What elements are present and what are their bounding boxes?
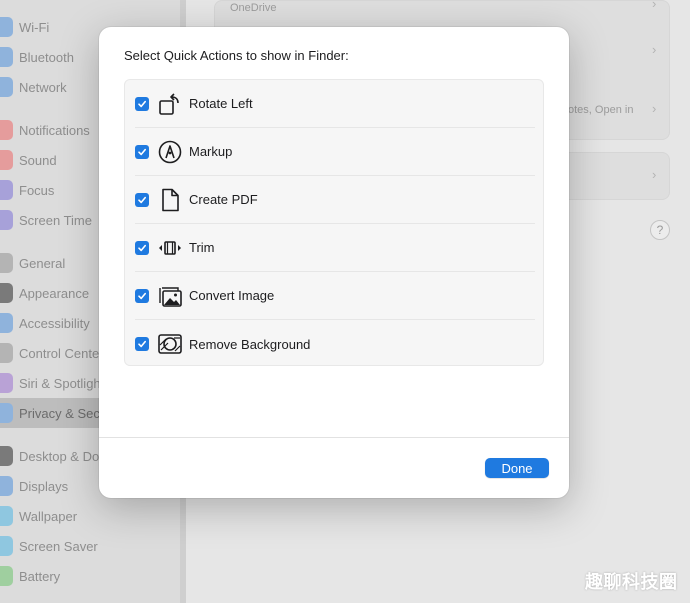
help-button[interactable]: ? — [650, 220, 670, 240]
screen-saver-icon — [0, 536, 13, 556]
general-icon — [0, 253, 13, 273]
convert-image-label: Convert Image — [189, 288, 275, 303]
sidebar-item-label: Network — [19, 79, 67, 95]
siri-icon — [0, 373, 13, 393]
wifi-icon — [0, 17, 13, 37]
chevron-right-icon[interactable]: › — [652, 42, 656, 57]
chevron-right-icon[interactable]: › — [652, 0, 656, 11]
chevron-right-icon[interactable]: › — [652, 167, 656, 182]
watermark: 趣聊科技圈 — [585, 572, 678, 593]
desktop-dock-icon — [0, 446, 13, 466]
sidebar-item-label: Accessibility — [19, 315, 90, 331]
chevron-right-icon[interactable]: › — [652, 101, 656, 116]
sidebar-item-label: General — [19, 255, 66, 271]
markup-label: Markup — [189, 144, 233, 159]
sidebar-item-label: Notifications — [19, 122, 90, 138]
sidebar-item-wallpaper[interactable]: Wallpaper — [0, 501, 180, 531]
sidebar-item-label: Wi-Fi — [19, 19, 50, 35]
bluetooth-icon — [0, 47, 13, 67]
quick-action-row-markup[interactable]: Markup — [135, 128, 535, 176]
trim-label: Trim — [189, 240, 215, 255]
sidebar-item-label: Screen Time — [19, 212, 92, 228]
quick-action-row-trim[interactable]: Trim — [135, 224, 535, 272]
displays-icon — [0, 476, 13, 496]
markup-checkbox[interactable] — [135, 144, 149, 159]
sidebar-item-screen-saver[interactable]: Screen Saver — [0, 531, 180, 561]
sidebar-item-label: Bluetooth — [19, 49, 74, 65]
control-center-icon — [0, 343, 13, 363]
screen-time-icon — [0, 210, 13, 230]
quick-actions-list: Rotate Left Markup Create PDF Trim Conve… — [124, 79, 544, 366]
quick-action-row-rotate-left[interactable]: Rotate Left — [135, 80, 535, 128]
convert-image-icon — [157, 283, 183, 309]
rotate-left-icon — [157, 91, 183, 117]
sidebar-item-label: Privacy & Sec — [19, 405, 100, 421]
sidebar-item-label: Wallpaper — [19, 508, 78, 524]
sidebar-item-label: Desktop & Do — [19, 448, 100, 464]
row-partial-text: otes, Open in — [568, 104, 634, 116]
create-pdf-checkbox[interactable] — [135, 192, 149, 207]
sheet-divider — [99, 437, 569, 438]
create-pdf-label: Create PDF — [189, 192, 258, 207]
appearance-icon — [0, 283, 13, 303]
sound-icon — [0, 150, 13, 170]
create-pdf-icon — [157, 187, 183, 213]
trim-icon — [157, 235, 183, 261]
sidebar-item-battery[interactable]: Battery — [0, 561, 180, 591]
remove-background-label: Remove Background — [189, 336, 311, 352]
trim-checkbox[interactable] — [135, 240, 149, 255]
remove-background-checkbox[interactable] — [135, 337, 149, 351]
sidebar-item-label: Appearance — [19, 285, 90, 301]
focus-icon — [0, 180, 13, 200]
privacy-icon — [0, 403, 13, 423]
quick-action-row-create-pdf[interactable]: Create PDF — [135, 176, 535, 224]
battery-icon — [0, 566, 13, 586]
markup-icon — [157, 139, 183, 165]
accessibility-icon — [0, 313, 13, 333]
sidebar-item-label: Screen Saver — [19, 538, 98, 554]
remove-background-icon — [157, 331, 183, 357]
convert-image-checkbox[interactable] — [135, 288, 149, 303]
rotate-left-label: Rotate Left — [189, 96, 253, 111]
wallpaper-icon — [0, 506, 13, 526]
notifications-icon — [0, 120, 13, 140]
done-button[interactable]: Done — [485, 458, 549, 478]
sidebar-item-label: Sound — [19, 152, 57, 168]
sheet-title: Select Quick Actions to show in Finder: — [124, 48, 349, 63]
quick-action-row-convert-image[interactable]: Convert Image — [135, 272, 535, 320]
sidebar-item-label: Battery — [19, 568, 61, 584]
sidebar-item-label: Control Cente — [19, 345, 100, 361]
quick-actions-sheet: Select Quick Actions to show in Finder: … — [99, 27, 569, 498]
quick-action-row-remove-background[interactable]: Remove Background — [135, 320, 535, 368]
rotate-left-checkbox[interactable] — [135, 96, 149, 111]
sidebar-item-label: Displays — [19, 478, 69, 494]
sidebar-item-label: Focus — [19, 182, 55, 198]
onedrive-label: OneDrive — [230, 2, 277, 14]
sidebar-item-label: Siri & Spotligh — [19, 375, 101, 391]
network-icon — [0, 77, 13, 97]
